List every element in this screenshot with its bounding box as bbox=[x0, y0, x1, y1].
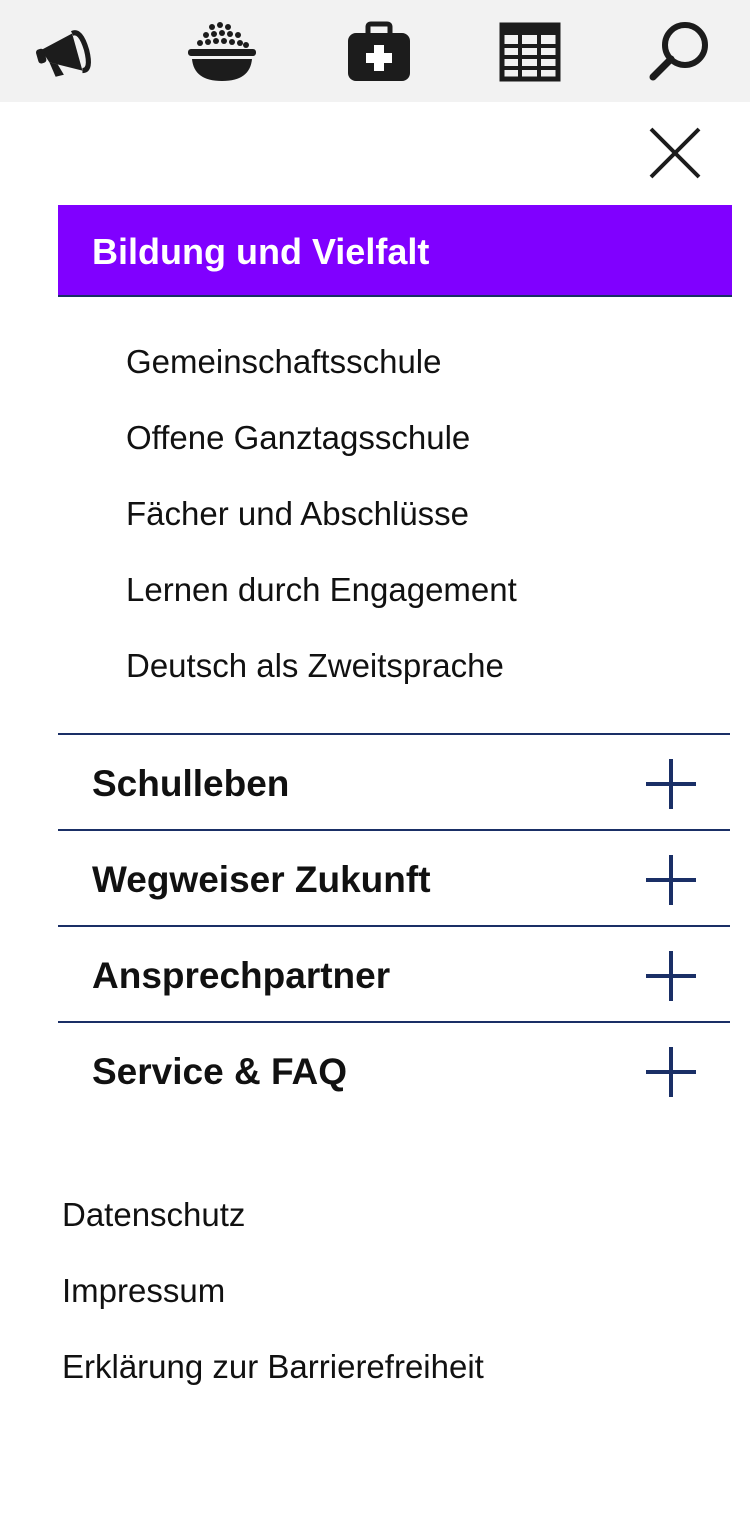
search-icon[interactable] bbox=[642, 14, 718, 90]
menu-section-ansprechpartner[interactable]: Ansprechpartner bbox=[58, 925, 730, 1019]
submenu-item-deutsch-als-zweitsprache[interactable]: Deutsch als Zweitsprache bbox=[126, 647, 504, 685]
footer-link-barrierefreiheit[interactable]: Erklärung zur Barrierefreiheit bbox=[62, 1348, 484, 1386]
menu-section-label: Wegweiser Zukunft bbox=[92, 859, 431, 900]
menu-section-schulleben[interactable]: Schulleben bbox=[58, 733, 730, 827]
calendar-grid-icon[interactable] bbox=[492, 14, 568, 90]
food-bowl-icon[interactable] bbox=[184, 14, 260, 90]
menu-section-label: Bildung und Vielfalt bbox=[92, 231, 430, 272]
submenu-item-lernen-durch-engagement[interactable]: Lernen durch Engagement bbox=[126, 571, 517, 609]
menu-section-label: Service & FAQ bbox=[92, 1051, 348, 1092]
plus-icon bbox=[646, 855, 696, 905]
menu-section-service-faq[interactable]: Service & FAQ bbox=[58, 1021, 730, 1115]
plus-icon bbox=[646, 759, 696, 809]
close-icon bbox=[649, 127, 701, 179]
plus-icon bbox=[646, 951, 696, 1001]
footer-link-datenschutz[interactable]: Datenschutz bbox=[62, 1196, 245, 1234]
top-icon-bar bbox=[0, 0, 750, 102]
plus-icon bbox=[646, 1047, 696, 1097]
first-aid-kit-icon[interactable] bbox=[341, 14, 417, 90]
submenu-item-gemeinschaftsschule[interactable]: Gemeinschaftsschule bbox=[126, 343, 441, 381]
submenu-item-offene-ganztagsschule[interactable]: Offene Ganztagsschule bbox=[126, 419, 470, 457]
menu-section-label: Schulleben bbox=[92, 763, 290, 804]
menu-section-label: Ansprechpartner bbox=[92, 955, 391, 996]
menu-section-bildung-und-vielfalt[interactable]: Bildung und Vielfalt bbox=[58, 205, 732, 297]
close-menu-button[interactable] bbox=[640, 118, 710, 188]
footer-link-impressum[interactable]: Impressum bbox=[62, 1272, 225, 1310]
menu-section-wegweiser-zukunft[interactable]: Wegweiser Zukunft bbox=[58, 829, 730, 923]
submenu-item-faecher-und-abschluesse[interactable]: Fächer und Abschlüsse bbox=[126, 495, 469, 533]
megaphone-icon[interactable] bbox=[30, 14, 106, 90]
